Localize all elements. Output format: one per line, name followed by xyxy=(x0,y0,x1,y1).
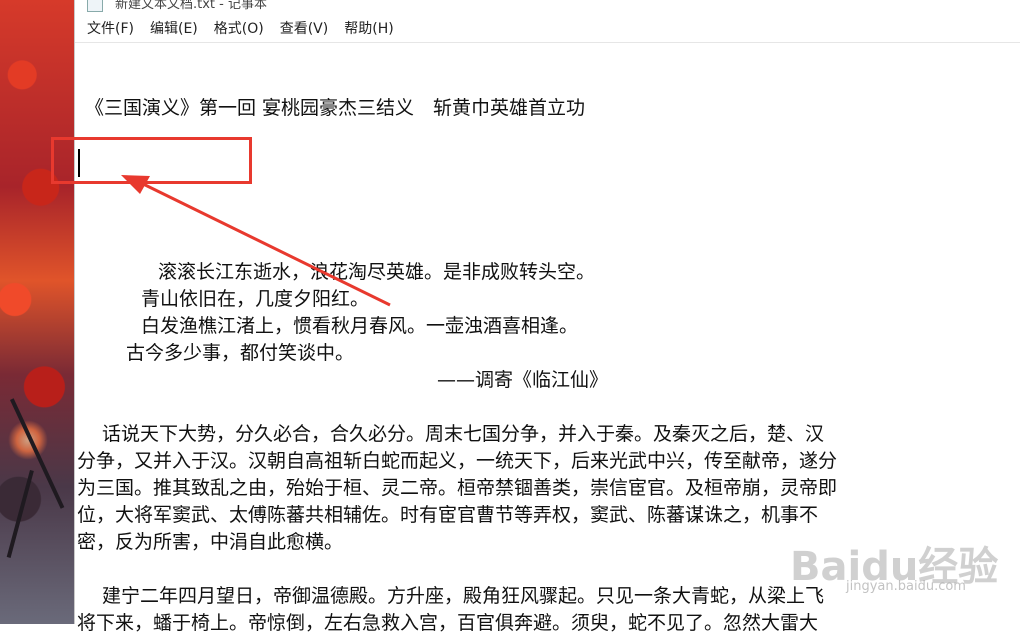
paragraph-line: 将下来，蟠于椅上。帝惊倒，左右急救入宫，百官俱奔避。须臾，蛇不见了。忽然大雷大 xyxy=(77,612,819,634)
menu-edit[interactable]: 编辑(E) xyxy=(143,18,205,38)
paragraph-line: 为三国。推其致乱之由，殆始于桓、灵二帝。桓帝禁锢善类，崇信宦官。及桓帝崩，灵帝即 xyxy=(77,477,838,499)
notepad-icon xyxy=(87,0,103,12)
poem-line: 白发渔樵江渚上，惯看秋月春风。一壶浊酒喜相逢。 xyxy=(141,315,579,337)
poem-attribution: ——调寄《临江仙》 xyxy=(437,369,609,391)
poem-line: 滚滚长江东逝水，浪花淘尽英雄。是非成败转头空。 xyxy=(158,261,596,283)
window-title: 新建文本文档.txt - 记事本 xyxy=(115,0,267,12)
notepad-window: 新建文本文档.txt - 记事本 文件(F) 编辑(E) 格式(O) 查看(V)… xyxy=(74,0,1020,634)
paragraph-line: 分争，又并入于汉。汉朝自高祖斩白蛇而起义，一统天下，后来光武中兴，传至献帝，遂分 xyxy=(77,450,838,472)
watermark-url: jingyan.baidu.com xyxy=(846,579,966,594)
poem-line: 古今多少事，都付笑谈中。 xyxy=(126,342,355,364)
annotation-highlight-box xyxy=(51,137,252,184)
menu-format[interactable]: 格式(O) xyxy=(207,18,271,38)
menu-file[interactable]: 文件(F) xyxy=(80,18,141,38)
poem-line: 青山依旧在，几度夕阳红。 xyxy=(141,288,370,310)
paragraph-line: 密，反为所害，中涓自此愈横。 xyxy=(77,531,344,553)
paragraph-line: 位，大将军窦武、太傅陈蕃共相辅佐。时有宦官曹节等弄权，窦武、陈蕃谋诛之，机事不 xyxy=(77,504,819,526)
desktop-wallpaper xyxy=(0,0,74,624)
paragraph-line: 话说天下大势，分久必合，合久必分。周末七国分争，并入于秦。及秦灭之后，楚、汉 xyxy=(102,423,825,445)
wallpaper-branch xyxy=(6,470,34,558)
title-bar: 新建文本文档.txt - 记事本 xyxy=(75,0,1020,14)
paragraph-line: 建宁二年四月望日，帝御温德殿。方升座，殿角狂风骤起。只见一条大青蛇，从梁上飞 xyxy=(102,585,825,607)
menu-bar: 文件(F) 编辑(E) 格式(O) 查看(V) 帮助(H) xyxy=(75,14,1020,43)
document-title: 《三国演义》第一回 宴桃园豪杰三结义 斩黄巾英雄首立功 xyxy=(85,97,586,119)
menu-help[interactable]: 帮助(H) xyxy=(337,18,400,38)
menu-view[interactable]: 查看(V) xyxy=(273,18,336,38)
